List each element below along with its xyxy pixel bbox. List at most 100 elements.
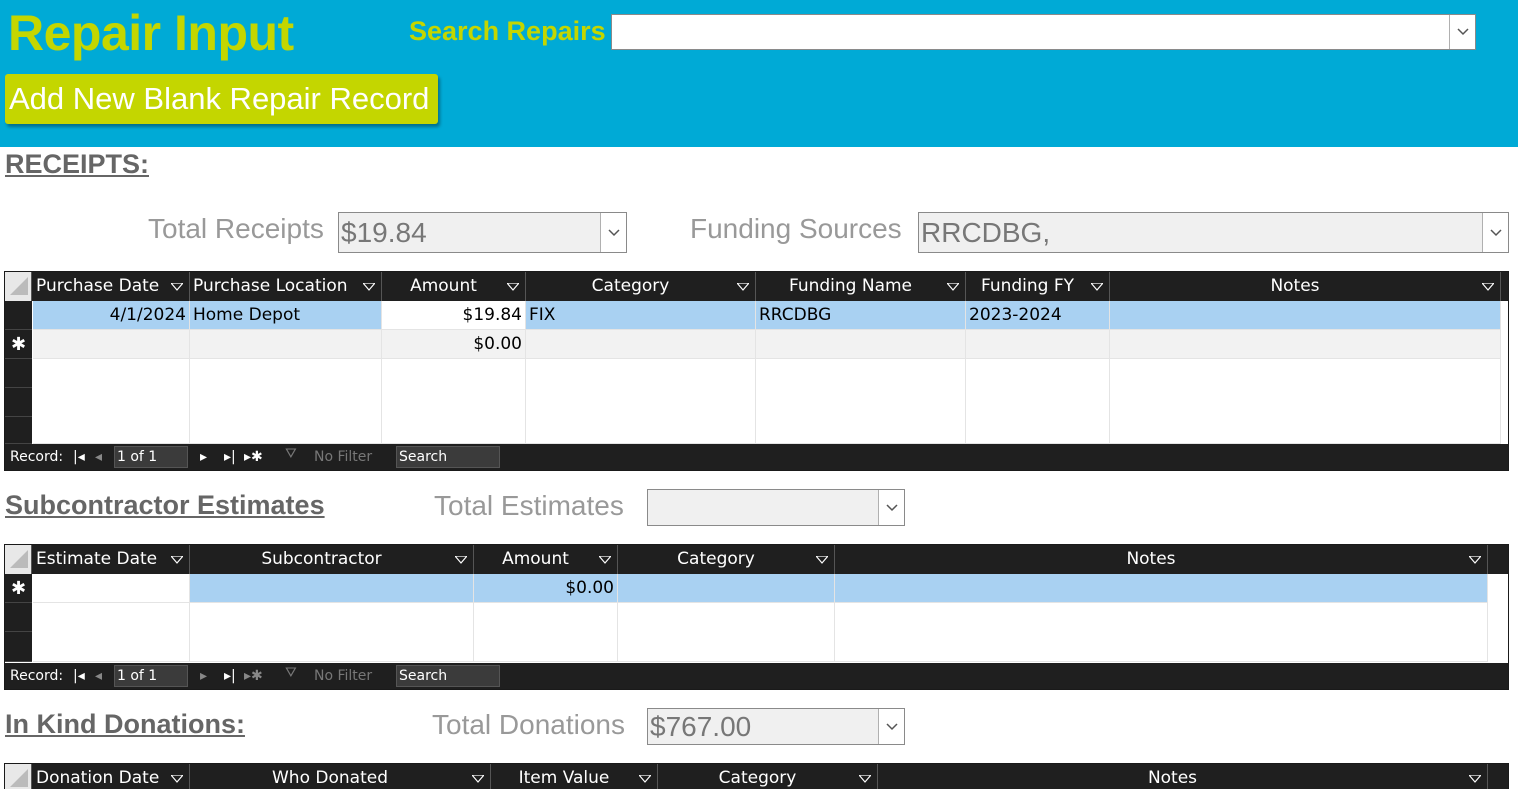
chevron-down-icon[interactable] [599,556,611,564]
col-notes[interactable]: Notes [835,545,1488,574]
col-funding-name[interactable]: Funding Name [756,272,966,301]
page-title: Repair Input [8,5,294,61]
total-estimates-field[interactable] [647,489,905,526]
empty-area [618,603,835,662]
col-category[interactable]: Category [658,764,878,789]
total-donations-field[interactable]: $767.00 [647,708,905,745]
filter-icon[interactable]: ⛛ [285,446,297,462]
col-purchase-location[interactable]: Purchase Location [190,272,382,301]
chevron-down-icon[interactable] [363,283,375,291]
prev-record-icon[interactable]: ◂ [95,449,102,465]
chevron-down-icon[interactable] [737,283,749,291]
add-new-repair-button[interactable]: Add New Blank Repair Record [5,74,438,124]
last-record-icon[interactable]: ▸| [224,449,236,465]
asterisk-icon[interactable]: ✱ [5,330,32,359]
new-record-icon[interactable]: ▸✱ [244,668,263,684]
chevron-down-icon[interactable] [171,556,183,564]
new-cell-category[interactable] [618,574,835,603]
datasheet-search-input[interactable]: Search [396,665,500,687]
chevron-down-icon[interactable] [1469,556,1481,564]
chevron-down-icon[interactable] [171,283,183,291]
chevron-down-icon[interactable] [1469,775,1481,783]
col-notes[interactable]: Notes [1110,272,1501,301]
funding-sources-field[interactable]: RRCDBG, [918,212,1509,253]
no-filter-label[interactable]: No Filter [314,668,372,684]
record-position-input[interactable]: 1 of 1 [114,665,188,687]
total-receipts-field[interactable]: $19.84 [338,212,627,253]
col-label: Purchase Location [193,276,348,296]
chevron-down-icon[interactable] [1091,283,1103,291]
chevron-down-icon[interactable] [507,283,519,291]
filter-icon[interactable]: ⛛ [285,665,297,681]
new-cell-subcontractor[interactable] [190,574,474,603]
cell-purchase-location[interactable]: Home Depot [190,301,382,330]
datasheet-search-input[interactable]: Search [396,446,500,468]
next-record-icon[interactable]: ▸ [200,668,207,684]
col-purchase-date[interactable]: Purchase Date [33,272,190,301]
cell-notes[interactable] [1110,301,1501,330]
chevron-down-icon[interactable] [878,709,904,744]
select-all-corner[interactable] [5,545,32,574]
col-who-donated[interactable]: Who Donated [190,764,491,789]
next-record-icon[interactable]: ▸ [200,449,207,465]
empty-area [1110,359,1501,444]
new-cell-estimate-date[interactable] [33,574,190,603]
search-repairs-combo[interactable] [611,14,1476,50]
total-donations-value: $767.00 [650,710,752,742]
new-cell[interactable] [756,330,966,359]
select-all-corner[interactable] [5,272,32,301]
new-cell[interactable] [1110,330,1501,359]
chevron-down-icon[interactable] [600,213,626,252]
chevron-down-icon[interactable] [816,556,828,564]
new-cell-amount[interactable]: $0.00 [382,330,526,359]
no-filter-label[interactable]: No Filter [314,449,372,465]
new-cell-amount[interactable]: $0.00 [474,574,618,603]
col-item-value[interactable]: Item Value [491,764,658,789]
cell-purchase-date[interactable]: 4/1/2024 [33,301,190,330]
col-category[interactable]: Category [618,545,835,574]
total-donations-label: Total Donations [432,709,626,740]
new-record-icon[interactable]: ▸✱ [244,449,263,465]
chevron-down-icon[interactable] [1482,283,1494,291]
empty-area [756,359,966,444]
col-amount[interactable]: Amount [382,272,526,301]
first-record-icon[interactable]: |◂ [73,449,85,465]
cell-funding-fy[interactable]: 2023-2024 [966,301,1110,330]
col-subcontractor[interactable]: Subcontractor [190,545,474,574]
cell-funding-name[interactable]: RRCDBG [756,301,966,330]
row-selector[interactable] [5,301,32,330]
col-funding-fy[interactable]: Funding FY [966,272,1110,301]
chevron-down-icon[interactable] [947,283,959,291]
new-cell-notes[interactable] [835,574,1488,603]
select-all-corner[interactable] [5,764,32,789]
empty-area [382,359,526,444]
col-label: Amount [410,276,477,296]
record-position-input[interactable]: 1 of 1 [114,446,188,468]
chevron-down-icon[interactable] [1449,15,1475,49]
chevron-down-icon[interactable] [639,775,651,783]
col-category[interactable]: Category [526,272,756,301]
cell-amount[interactable]: $19.84 [382,301,526,330]
last-record-icon[interactable]: ▸| [224,668,236,684]
new-cell[interactable] [966,330,1110,359]
col-donation-date[interactable]: Donation Date [33,764,190,789]
chevron-down-icon[interactable] [455,556,467,564]
chevron-down-icon[interactable] [1482,213,1508,252]
chevron-down-icon[interactable] [859,775,871,783]
new-cell[interactable] [526,330,756,359]
chevron-down-icon[interactable] [171,775,183,783]
prev-record-icon[interactable]: ◂ [95,668,102,684]
col-estimate-date[interactable]: Estimate Date [33,545,190,574]
record-navigation-bar: Record: |◂ ◂ 1 of 1 ▸ ▸| ▸✱ ⛛ No Filter … [5,663,1508,689]
funding-sources-label: Funding Sources [690,213,902,244]
chevron-down-icon[interactable] [472,775,484,783]
new-cell[interactable] [190,330,382,359]
cell-category[interactable]: FIX [526,301,756,330]
col-notes[interactable]: Notes [878,764,1488,789]
new-cell[interactable] [33,330,190,359]
first-record-icon[interactable]: |◂ [73,668,85,684]
chevron-down-icon[interactable] [878,490,904,525]
asterisk-icon[interactable]: ✱ [5,574,32,603]
empty-area [33,603,190,662]
col-amount[interactable]: Amount [474,545,618,574]
